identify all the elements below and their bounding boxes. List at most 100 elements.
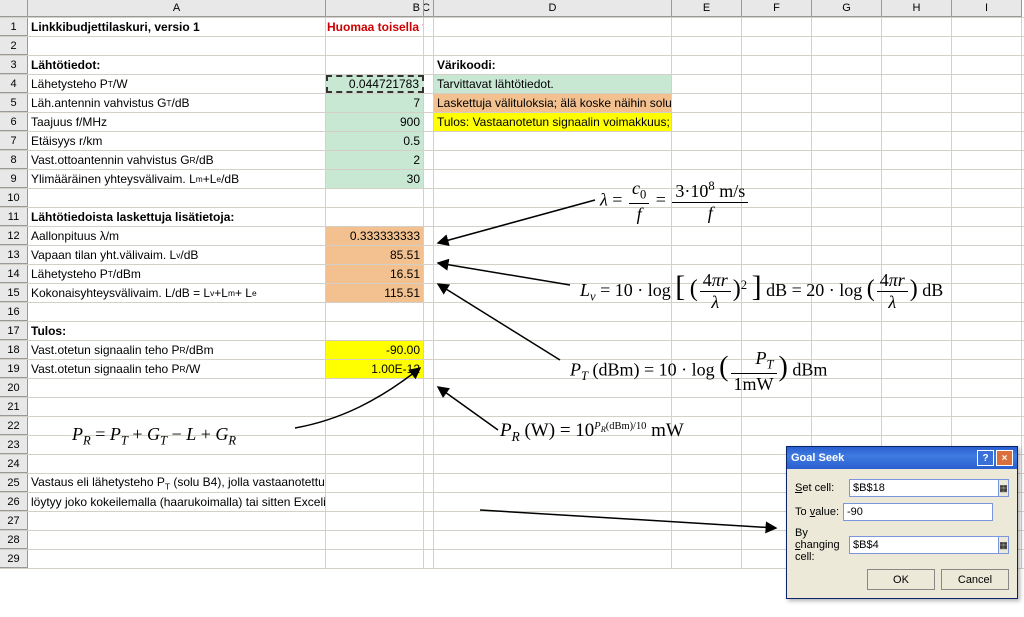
row-header[interactable]: 14 [0, 265, 28, 283]
cell-A9[interactable]: Ylimääräinen yhteysvälivaim. Lm+Le/dB [28, 170, 326, 188]
row-header[interactable]: 13 [0, 246, 28, 264]
cell-D5[interactable]: Laskettuja välituloksia; älä koske näihi… [434, 94, 672, 112]
cell-A8[interactable]: Vast.ottoantennin vahvistus GR/dB [28, 151, 326, 169]
by-changing-label: By changing cell: [795, 527, 849, 563]
row-header[interactable]: 29 [0, 550, 28, 568]
cell-A14[interactable]: Lähetysteho PT/dBm [28, 265, 326, 283]
ref-picker-icon[interactable]: ▦ [999, 479, 1009, 497]
row-header[interactable]: 17 [0, 322, 28, 340]
goal-seek-dialog[interactable]: Goal Seek ? × Set cell: ▦ To value: By c… [786, 446, 1018, 599]
cell-C1[interactable] [424, 18, 434, 36]
cell-A11[interactable]: Lähtötiedoista laskettuja lisätietoja: [28, 208, 326, 226]
formula-pr-sum: PR = PT + GT − L + GR [72, 424, 236, 449]
row-header[interactable]: 6 [0, 113, 28, 131]
row-header[interactable]: 22 [0, 417, 28, 435]
row-header[interactable]: 7 [0, 132, 28, 150]
cell-B4[interactable]: 0.044721783 [326, 75, 424, 93]
row-header[interactable]: 3 [0, 56, 28, 74]
cell-A17[interactable]: Tulos: [28, 322, 326, 340]
cell-A5[interactable]: Läh.antennin vahvistus GT/dB [28, 94, 326, 112]
cancel-button[interactable]: Cancel [941, 569, 1009, 590]
by-changing-input[interactable] [849, 536, 999, 554]
cell-B9[interactable]: 30 [326, 170, 424, 188]
col-header-F[interactable]: F [742, 0, 812, 17]
cell-H1[interactable] [882, 18, 952, 36]
cell-A2[interactable] [28, 37, 326, 55]
cell-B12[interactable]: 0.333333333 [326, 227, 424, 245]
cell-G1[interactable] [812, 18, 882, 36]
cell-A7[interactable]: Etäisyys r/km [28, 132, 326, 150]
set-cell-input[interactable] [849, 479, 999, 497]
cell-I1[interactable] [952, 18, 1022, 36]
row-header[interactable]: 28 [0, 531, 28, 549]
col-header-C[interactable]: C [424, 0, 434, 17]
col-header-D[interactable]: D [434, 0, 672, 17]
cell-A1[interactable]: Linkkibudjettilaskuri, versio 1 [28, 18, 326, 36]
row-header[interactable]: 24 [0, 455, 28, 473]
row-header[interactable]: 5 [0, 94, 28, 112]
cell-D1[interactable] [434, 18, 672, 36]
close-icon[interactable]: × [996, 450, 1013, 466]
col-header-A[interactable]: A [28, 0, 326, 17]
col-header-G[interactable]: G [812, 0, 882, 17]
cell-B19[interactable]: 1.00E-12 [326, 360, 424, 378]
cell-F1[interactable] [742, 18, 812, 36]
cell-B1[interactable]: Huomaa toisella välilehdellä olevat ohje… [326, 18, 424, 36]
row-header[interactable]: 10 [0, 189, 28, 207]
row-header[interactable]: 9 [0, 170, 28, 188]
cell-A12[interactable]: Aallonpituus λ/m [28, 227, 326, 245]
cell-A4[interactable]: Lähetysteho PT/W [28, 75, 326, 93]
cell-A25[interactable]: Vastaus eli lähetysteho PT (solu B4), jo… [28, 474, 326, 492]
cell-A19[interactable]: Vast.otetun signaalin teho PR/W [28, 360, 326, 378]
col-header-H[interactable]: H [882, 0, 952, 17]
row-header[interactable]: 26 [0, 493, 28, 511]
row-header[interactable]: 25 [0, 474, 28, 492]
row-header[interactable]: 15 [0, 284, 28, 302]
row-header[interactable]: 18 [0, 341, 28, 359]
cell-B2[interactable] [326, 37, 424, 55]
goal-seek-title: Goal Seek [791, 452, 844, 464]
cell-D3[interactable]: Värikoodi: [434, 56, 672, 74]
cell-E1[interactable] [672, 18, 742, 36]
cell-A18[interactable]: Vast.otetun signaalin teho PR/dBm [28, 341, 326, 359]
row-header[interactable]: 23 [0, 436, 28, 454]
cell-B7[interactable]: 0.5 [326, 132, 424, 150]
row-header[interactable]: 11 [0, 208, 28, 226]
col-header-I[interactable]: I [952, 0, 1022, 17]
cell-A3[interactable]: Lähtötiedot: [28, 56, 326, 74]
goal-seek-titlebar[interactable]: Goal Seek ? × [787, 447, 1017, 469]
select-all-corner[interactable] [0, 0, 28, 17]
to-value-input[interactable] [843, 503, 993, 521]
help-icon[interactable]: ? [977, 450, 994, 466]
cell-B14[interactable]: 16.51 [326, 265, 424, 283]
row-header[interactable]: 19 [0, 360, 28, 378]
cell-B18[interactable]: -90.00 [326, 341, 424, 359]
row-header[interactable]: 27 [0, 512, 28, 530]
cell-B6[interactable]: 900 [326, 113, 424, 131]
to-value-label: To value: [795, 506, 843, 518]
row-header[interactable]: 20 [0, 379, 28, 397]
cell-A26[interactable]: löytyy joko kokeilemalla (haarukoimalla)… [28, 493, 326, 511]
cell-B13[interactable]: 85.51 [326, 246, 424, 264]
cell-A15[interactable]: Kokonaisyhteysvälivaim. L/dB = Lv+Lm+ Le [28, 284, 326, 302]
cell-A6[interactable]: Taajuus f/MHz [28, 113, 326, 131]
ok-button[interactable]: OK [867, 569, 935, 590]
row-header[interactable]: 12 [0, 227, 28, 245]
set-cell-label: Set cell: [795, 482, 849, 494]
cell-B15[interactable]: 115.51 [326, 284, 424, 302]
row-header[interactable]: 8 [0, 151, 28, 169]
col-header-E[interactable]: E [672, 0, 742, 17]
row-header[interactable]: 21 [0, 398, 28, 416]
formula-lv: Lv = 10 · log [ (4πrλ)2 ] dB = 20 · log … [580, 270, 943, 313]
row-header[interactable]: 16 [0, 303, 28, 321]
col-header-B[interactable]: B [326, 0, 424, 17]
cell-B5[interactable]: 7 [326, 94, 424, 112]
cell-B8[interactable]: 2 [326, 151, 424, 169]
cell-D6[interactable]: Tulos: Vastaanotetun signaalin voimakkuu… [434, 113, 672, 131]
cell-A13[interactable]: Vapaan tilan yht.välivaim. Lv/dB [28, 246, 326, 264]
ref-picker-icon[interactable]: ▦ [999, 536, 1009, 554]
row-header[interactable]: 2 [0, 37, 28, 55]
row-header[interactable]: 1 [0, 18, 28, 36]
cell-D4[interactable]: Tarvittavat lähtötiedot. [434, 75, 672, 93]
row-header[interactable]: 4 [0, 75, 28, 93]
